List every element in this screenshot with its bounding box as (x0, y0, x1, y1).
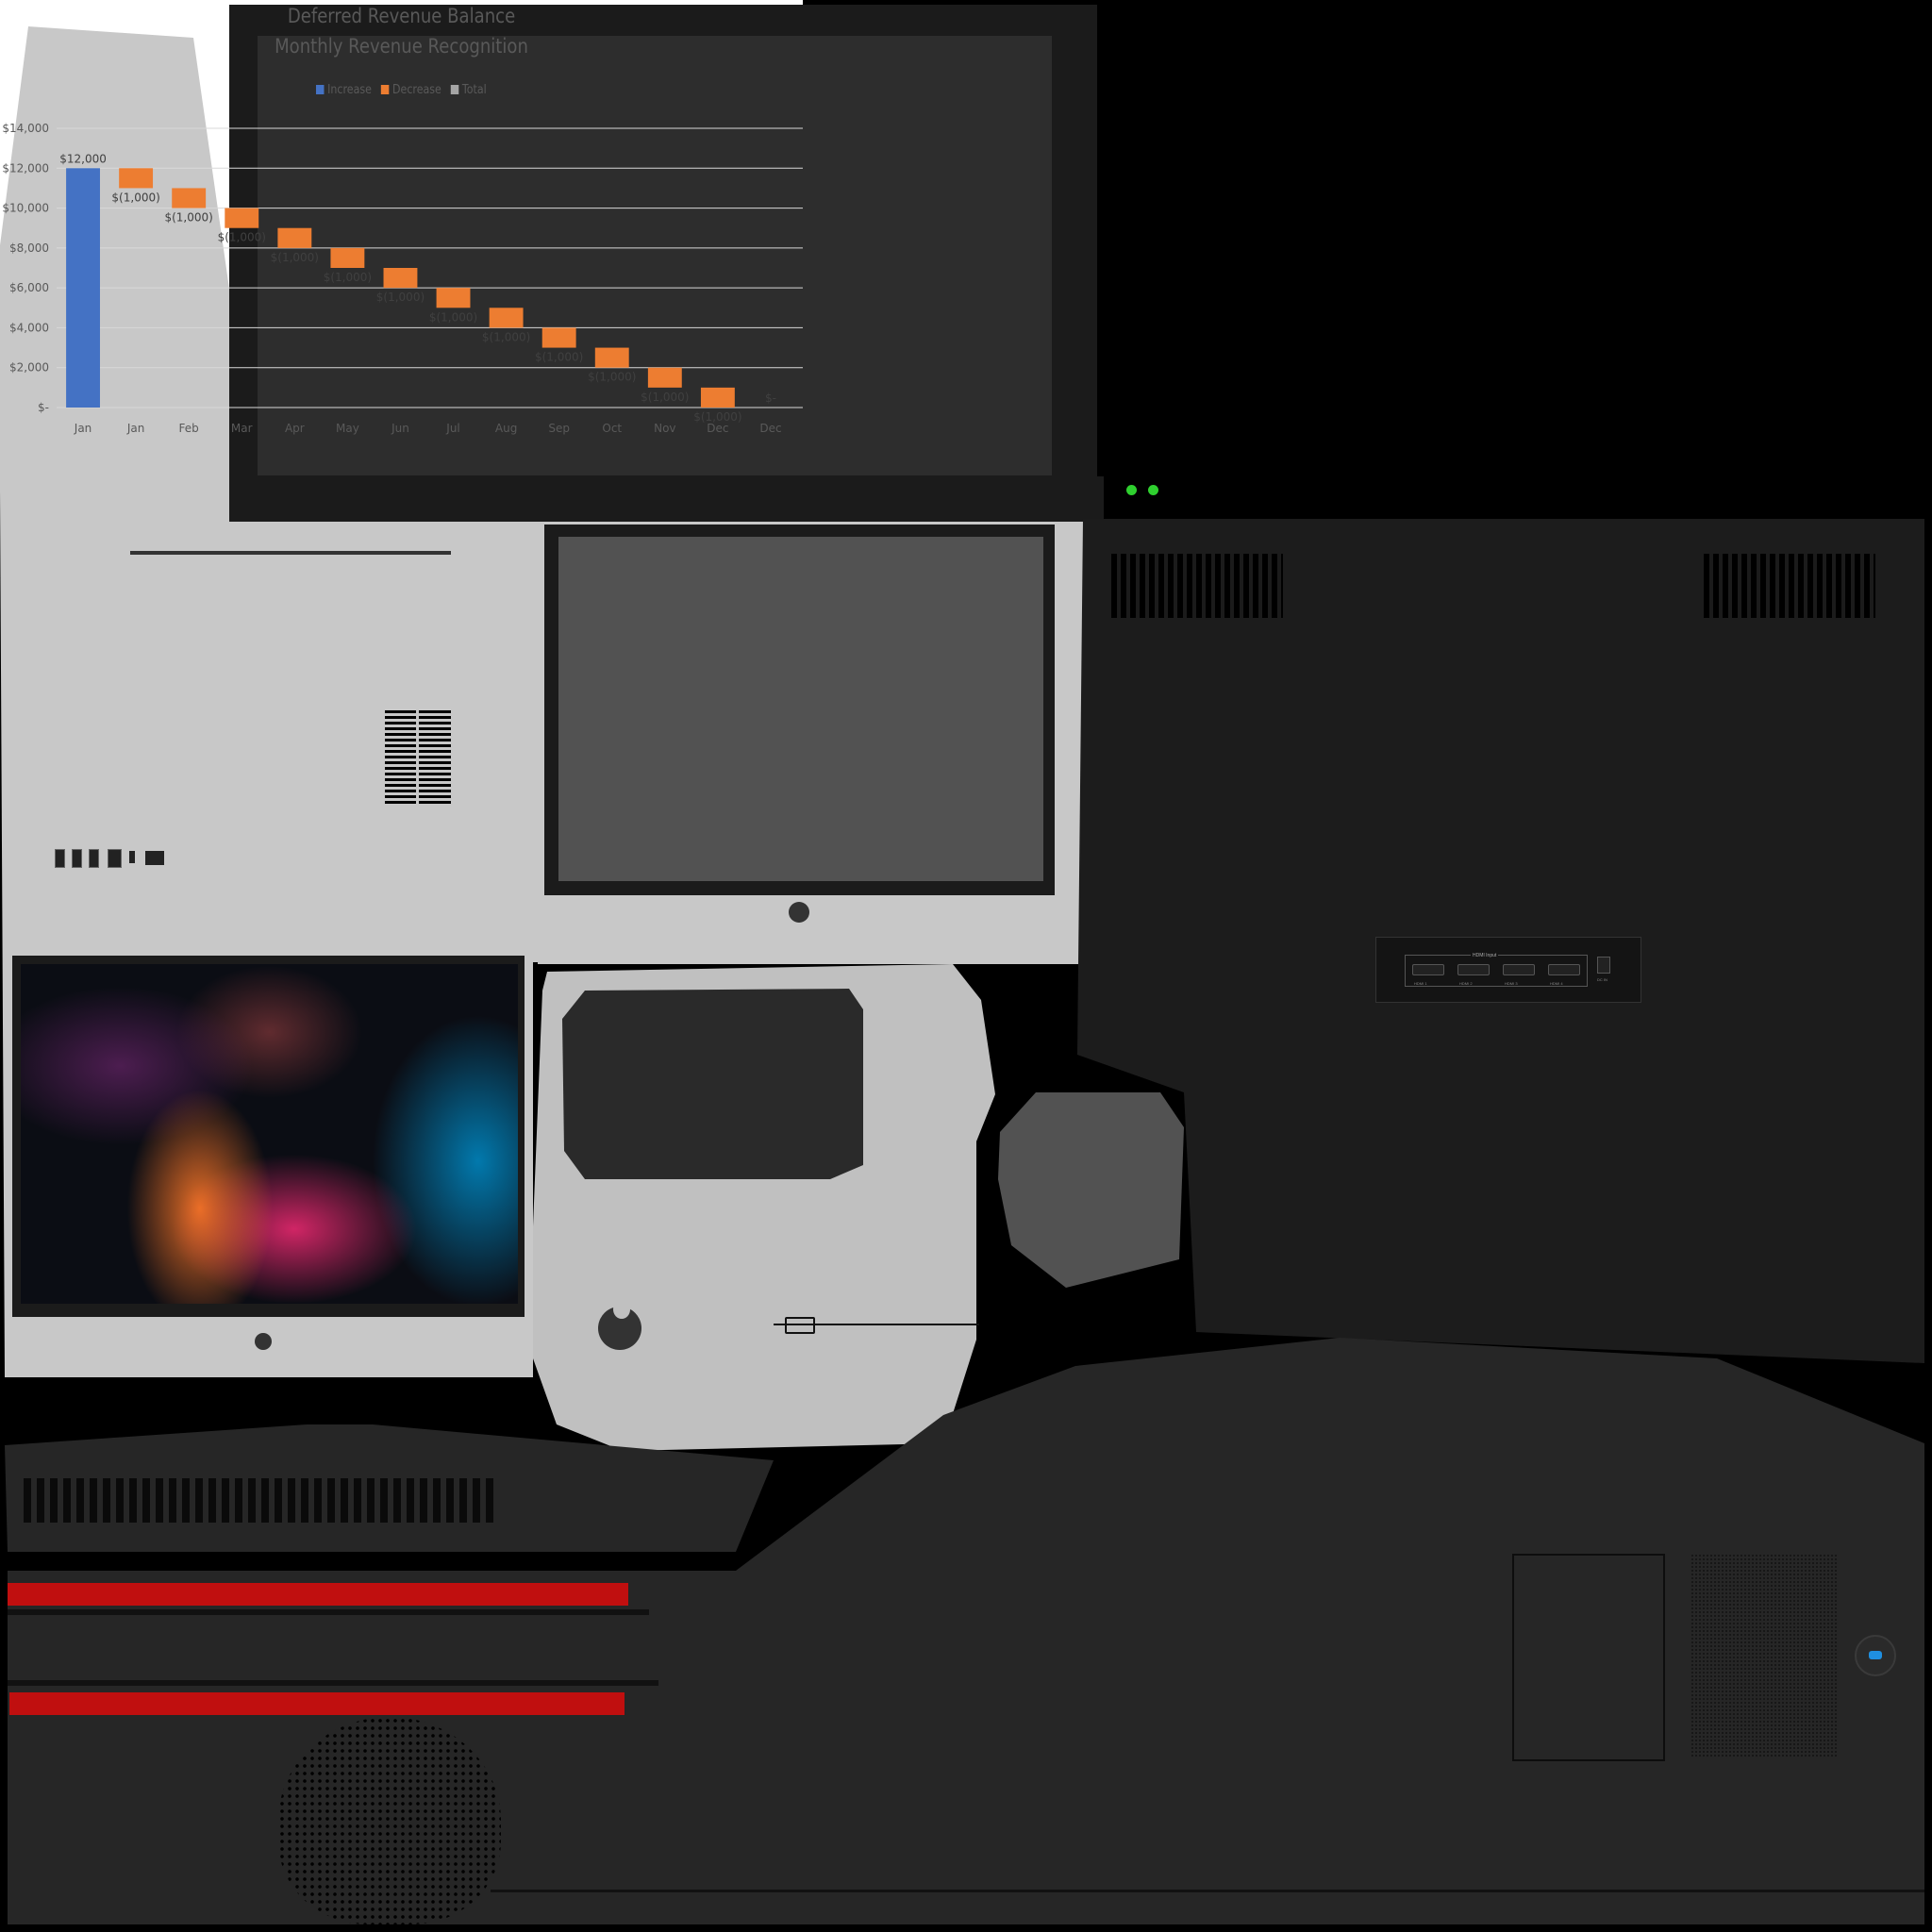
accent-stripe (9, 1692, 625, 1715)
speaker-grille (278, 1717, 501, 1924)
divider-line (8, 1680, 658, 1686)
divider-line (8, 1609, 649, 1615)
bottom-edge-line (491, 1890, 1924, 1892)
accent-stripe (8, 1583, 628, 1606)
access-panel (1512, 1554, 1665, 1761)
camera-button-icon[interactable] (1855, 1635, 1896, 1676)
speaker-grille (1690, 1554, 1838, 1757)
camera-button-glyph (1869, 1651, 1882, 1659)
vent-grille (24, 1478, 495, 1523)
